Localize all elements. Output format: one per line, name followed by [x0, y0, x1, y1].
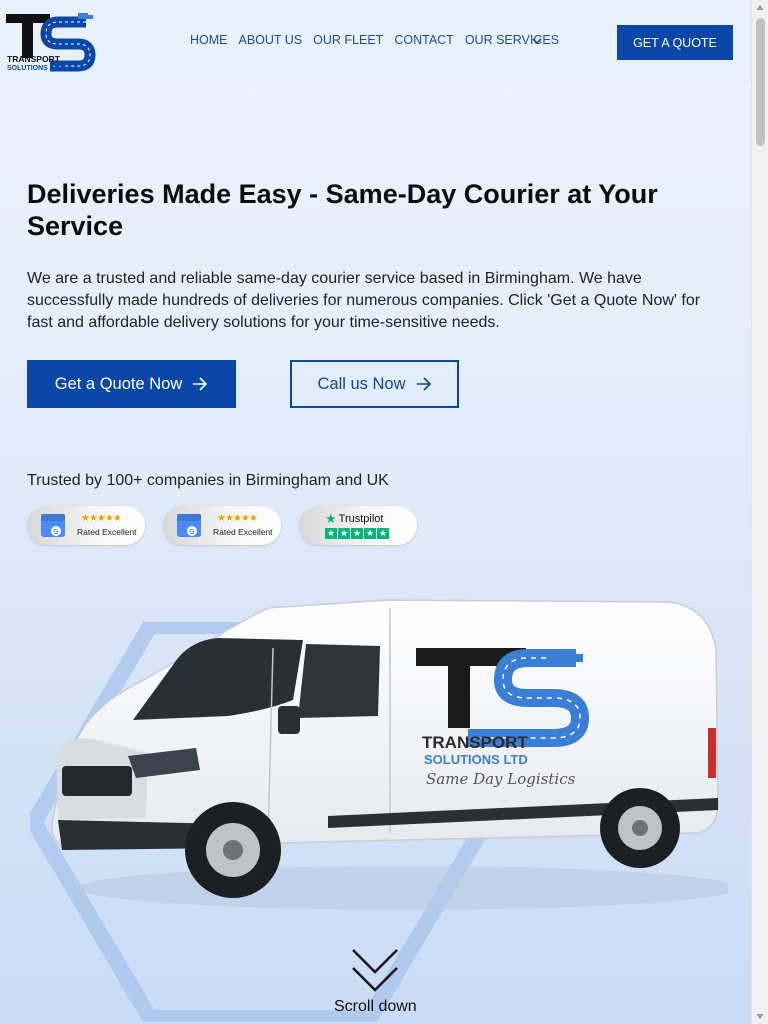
trusted-by-text: Trusted by 100+ companies in Birmingham … — [27, 472, 389, 489]
van-tagline: Same Day Logistics — [426, 770, 576, 788]
trustpilot-badge[interactable]: ★ Trustpilot ★ ★ ★ ★ ★ — [299, 506, 417, 545]
trustpilot-star-icon: ★ — [325, 511, 337, 526]
nav-item-home[interactable]: HOME — [190, 33, 228, 47]
logo-line2: SOLUTIONS LTD — [7, 65, 63, 72]
call-us-now-label: Call us Now — [317, 374, 406, 393]
google-business-icon: G — [177, 514, 201, 537]
star-icon: ★ — [364, 528, 376, 539]
hero-description: We are a trusted and reliable same-day c… — [27, 270, 701, 331]
star-icon: ★ — [338, 528, 350, 539]
rating-label: Rated Excellent — [77, 527, 137, 537]
page-scrollbar[interactable] — [751, 0, 768, 1024]
call-us-now-button[interactable]: Call us Now — [290, 360, 459, 408]
site-header: TRANSPORT SOLUTIONS LTD HOME ABOUT US OU… — [0, 0, 751, 84]
double-chevron-down-icon[interactable] — [351, 948, 399, 994]
google-rating-badge[interactable]: G ★★★★★ Rated Excellent — [27, 506, 145, 545]
trustpilot-logo: ★ Trustpilot — [325, 511, 383, 527]
chevron-down-icon[interactable] — [530, 34, 544, 48]
delivery-van-image: TRANSPORT SOLUTIONS LTD Same Day Logisti… — [51, 599, 728, 910]
company-logo[interactable]: TRANSPORT SOLUTIONS LTD — [6, 10, 96, 74]
get-quote-now-label: Get a Quote Now — [54, 374, 183, 393]
get-quote-now-button[interactable]: Get a Quote Now — [27, 360, 236, 408]
page: TRANSPORT SOLUTIONS LTD HOME ABOUT US OU… — [0, 0, 751, 1024]
scroll-down-label[interactable]: Scroll down — [334, 998, 417, 1016]
star-icon: ★ — [325, 528, 337, 539]
main-nav: HOME ABOUT US OUR FLEET CONTACT OUR SERV… — [190, 33, 559, 47]
scrollbar-thumb[interactable] — [756, 18, 765, 146]
scroll-down-arrow-icon[interactable] — [756, 1014, 764, 1019]
arrow-right-icon — [193, 377, 208, 391]
google-business-icon: G — [41, 514, 65, 537]
trustpilot-brand: Trustpilot — [338, 513, 384, 525]
nav-item-about-us[interactable]: ABOUT US — [239, 33, 303, 47]
hero-title: Deliveries Made Easy - Same-Day Courier … — [27, 179, 658, 241]
van-brand-line2: SOLUTIONS LTD — [424, 752, 528, 767]
scroll-up-arrow-icon[interactable] — [756, 5, 764, 10]
star-icon: ★ — [351, 528, 363, 539]
arrow-right-icon — [416, 377, 431, 391]
logo-line1: TRANSPORT — [7, 54, 61, 64]
star-icon: ★ — [377, 528, 389, 539]
van-brand-line1: TRANSPORT — [422, 733, 528, 752]
nav-item-our-fleet[interactable]: OUR FLEET — [313, 33, 383, 47]
svg-text:G: G — [53, 529, 59, 536]
google-rating-badge[interactable]: G ★★★★★ Rated Excellent — [163, 506, 281, 545]
nav-item-our-services[interactable]: OUR SERVICES — [465, 33, 559, 47]
nav-item-contact[interactable]: CONTACT — [394, 33, 454, 47]
svg-text:G: G — [189, 529, 195, 536]
rating-stars: ★★★★★ — [217, 513, 258, 524]
trustpilot-stars: ★ ★ ★ ★ ★ — [325, 528, 389, 539]
get-a-quote-button[interactable]: GET A QUOTE — [617, 25, 733, 60]
rating-label: Rated Excellent — [213, 527, 273, 537]
rating-stars: ★★★★★ — [81, 513, 122, 524]
